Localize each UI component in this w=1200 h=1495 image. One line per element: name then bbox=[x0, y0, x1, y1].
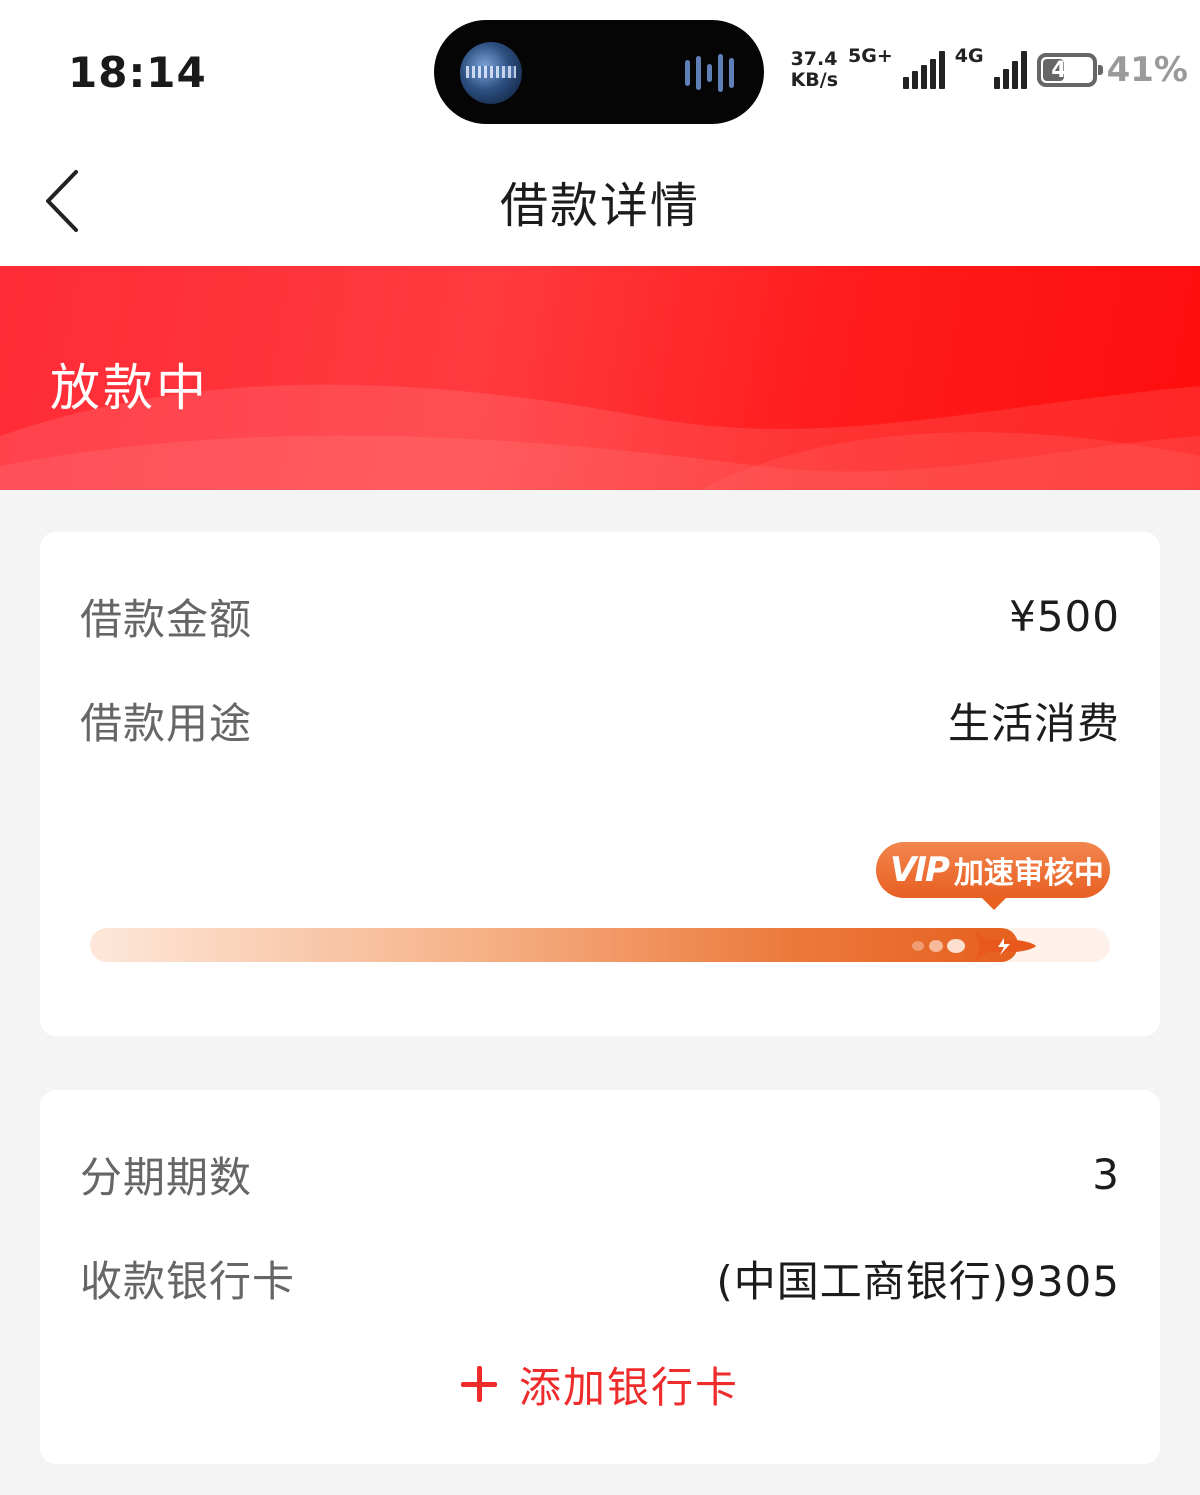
battery-icon: 41 bbox=[1036, 53, 1103, 87]
vip-mark: VIP bbox=[890, 850, 950, 890]
loan-status-title: 放款中 bbox=[50, 359, 209, 417]
network-speed-value: 37.4 bbox=[790, 48, 838, 70]
bank-card-row[interactable]: 收款银行卡 (中国工商银行)9305 bbox=[80, 1248, 1120, 1308]
vip-review-text: 加速审核中 bbox=[953, 856, 1104, 891]
network-speed-unit: KB/s bbox=[790, 69, 839, 91]
vip-review-badge: VIP 加速审核中 bbox=[876, 842, 1110, 910]
nav-bar: 借款详情 bbox=[0, 140, 1200, 266]
page-title: 借款详情 bbox=[499, 178, 700, 234]
status-banner: 放款中 bbox=[0, 266, 1200, 490]
bank-card-value: (中国工商银行)9305 bbox=[716, 1256, 1120, 1306]
status-time: 18:14 bbox=[68, 48, 207, 97]
plus-icon bbox=[460, 1366, 497, 1402]
review-progress-fill bbox=[90, 928, 1019, 962]
loan-info-card: 借款金额 ¥500 借款用途 生活消费 VIP 加速审核中 bbox=[40, 532, 1160, 1036]
loan-amount-value: ¥500 bbox=[1009, 591, 1120, 641]
installments-value: 3 bbox=[1092, 1149, 1120, 1199]
add-bank-card-label: 添加银行卡 bbox=[518, 1362, 739, 1412]
battery-percent: 41% bbox=[1106, 50, 1188, 90]
loan-purpose-value: 生活消费 bbox=[947, 698, 1120, 748]
network-type-5g: 5G+ bbox=[848, 45, 893, 67]
battery-level: 41 bbox=[1051, 57, 1082, 83]
installments-label: 分期期数 bbox=[80, 1152, 253, 1202]
status-indicators: 37.4 KB/s 5G+ 4G 41 41% bbox=[791, 46, 1188, 94]
loan-amount-row: 借款金额 ¥500 bbox=[80, 586, 1120, 646]
network-speed: 37.4 KB/s bbox=[791, 49, 838, 91]
bank-card-label: 收款银行卡 bbox=[80, 1256, 296, 1306]
loan-purpose-row: 借款用途 生活消费 bbox=[80, 690, 1120, 750]
repayment-info-card: 分期期数 3 收款银行卡 (中国工商银行)9305 添加银行卡 bbox=[40, 1090, 1160, 1464]
add-bank-card-button[interactable]: 添加银行卡 bbox=[40, 1352, 1160, 1416]
loan-amount-label: 借款金额 bbox=[80, 594, 253, 644]
network-type-4g: 4G bbox=[954, 45, 984, 67]
signal-5g-icon bbox=[902, 51, 945, 89]
rocket-icon bbox=[898, 924, 1038, 968]
installments-row: 分期期数 3 bbox=[80, 1144, 1120, 1204]
loan-purpose-label: 借款用途 bbox=[80, 698, 253, 748]
dynamic-island[interactable] bbox=[434, 20, 764, 124]
audio-wave-icon bbox=[685, 54, 734, 92]
signal-4g-icon bbox=[993, 51, 1027, 89]
status-bar: 18:14 37.4 KB/s 5G+ 4G 41 41% bbox=[0, 0, 1200, 140]
media-thumbnail-icon bbox=[460, 42, 522, 104]
